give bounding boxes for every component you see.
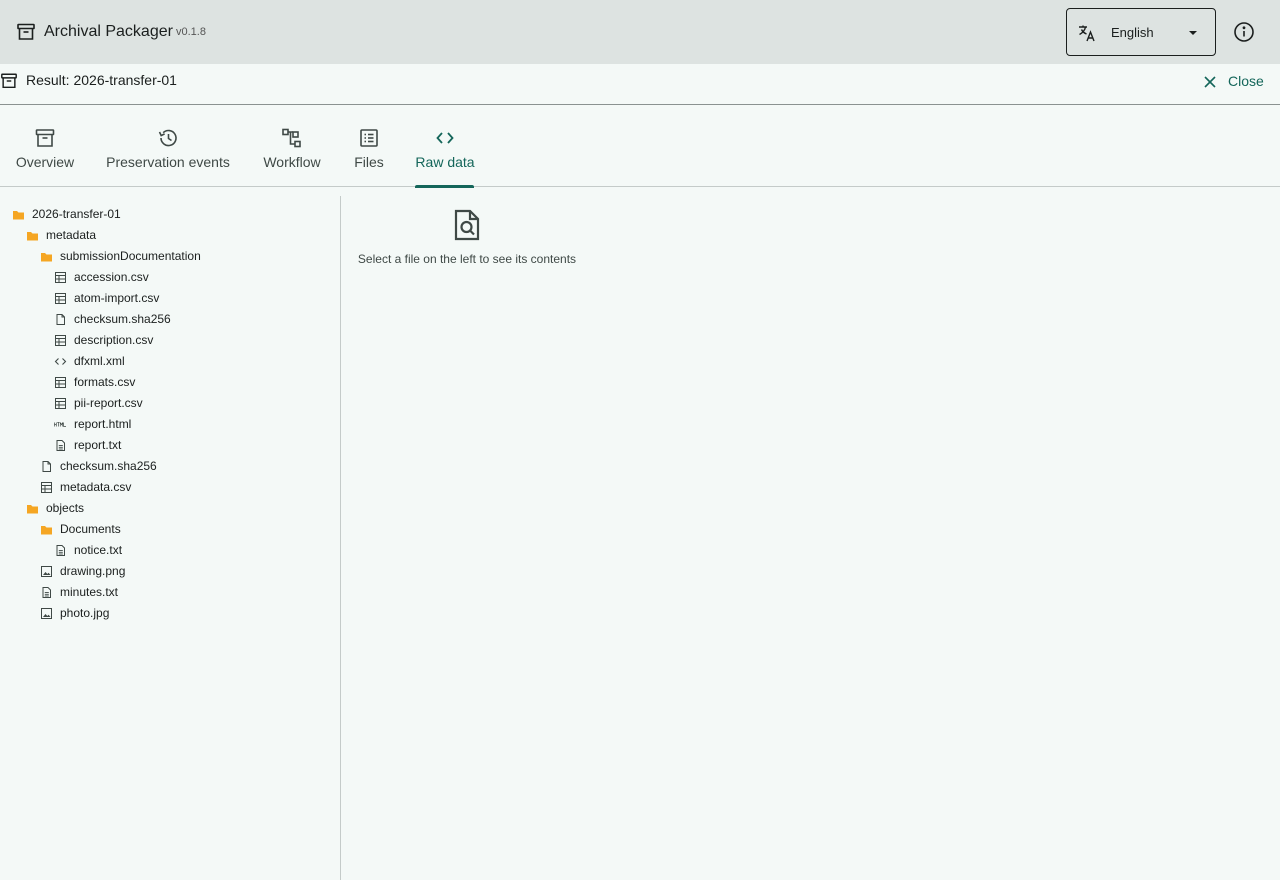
tab-label: Overview: [15, 154, 75, 170]
tree-node-label: formats.csv: [74, 375, 136, 389]
tree-node-label: notice.txt: [74, 543, 123, 557]
tree-file[interactable]: atom-import.csv: [54, 288, 332, 309]
html-icon: [54, 422, 66, 427]
tab-workflow[interactable]: Workflow: [256, 105, 328, 187]
tree-node-label: submissionDocumentation: [60, 249, 201, 263]
tree-file[interactable]: metadata.csv: [40, 477, 332, 498]
tree-node-label: checksum.sha256: [74, 312, 171, 326]
info-icon[interactable]: [1232, 20, 1256, 44]
app-title: Archival Packager: [44, 23, 173, 40]
tree-node-label: description.csv: [74, 333, 154, 347]
active-tab-indicator: [415, 185, 474, 188]
tree-node-label: checksum.sha256: [60, 459, 157, 473]
tree-file[interactable]: description.csv: [54, 330, 332, 351]
table-icon: [55, 335, 66, 346]
tree-folder[interactable]: objects: [26, 498, 332, 519]
code-icon: [54, 358, 67, 365]
file-icon: [42, 461, 51, 472]
folder-icon: [13, 211, 24, 220]
tree-node-label: pii-report.csv: [74, 396, 143, 410]
tree-node-label: report.txt: [74, 438, 122, 452]
result-title: Result: 2026-transfer-01: [26, 72, 177, 88]
tab-label: Files: [354, 154, 384, 170]
tree-folder[interactable]: Documents: [40, 519, 332, 540]
language-select-value: English: [1111, 25, 1154, 40]
image-icon: [41, 608, 52, 619]
pane-divider[interactable]: [340, 196, 341, 880]
list-icon: [360, 129, 378, 147]
close-button-label: Close: [1228, 73, 1264, 89]
tree-folder[interactable]: submissionDocumentation: [40, 246, 332, 267]
tree-file[interactable]: formats.csv: [54, 372, 332, 393]
table-icon: [41, 482, 52, 493]
archive-box-icon: [17, 23, 35, 40]
tab-overview[interactable]: Overview: [10, 105, 80, 187]
tree-node-label: 2026-transfer-01: [32, 207, 121, 221]
tree-file[interactable]: drawing.png: [40, 561, 332, 582]
table-icon: [55, 377, 66, 388]
app-version: v0.1.8: [176, 26, 206, 38]
tree-node-label: metadata.csv: [60, 480, 132, 494]
tab-label: Workflow: [263, 154, 321, 170]
folder-icon: [41, 253, 52, 262]
tree-file[interactable]: pii-report.csv: [54, 393, 332, 414]
tab-files[interactable]: Files: [348, 105, 390, 187]
history-icon: [158, 129, 177, 147]
tree-file[interactable]: dfxml.xml: [54, 351, 332, 372]
app-bar: Archival Packager v0.1.8 English: [0, 0, 1280, 64]
tree-file[interactable]: checksum.sha256: [40, 456, 332, 477]
tab-label: Preservation events: [106, 154, 230, 170]
tree-node-label: minutes.txt: [60, 585, 119, 599]
tree-node-label: dfxml.xml: [74, 354, 125, 368]
tree-node-label: atom-import.csv: [74, 291, 160, 305]
tree-file[interactable]: checksum.sha256: [54, 309, 332, 330]
caret-down-icon: [1189, 31, 1197, 35]
table-icon: [55, 293, 66, 304]
table-icon: [55, 272, 66, 283]
close-icon: [1204, 76, 1216, 88]
file-icon: [56, 314, 65, 325]
tree-file[interactable]: notice.txt: [54, 540, 332, 561]
folder-icon: [27, 232, 38, 241]
code-icon: [436, 132, 454, 144]
tab-preservation-events[interactable]: Preservation events: [100, 105, 236, 187]
tree-file[interactable]: report.txt: [54, 435, 332, 456]
translate-icon: [1079, 25, 1095, 42]
tree-node-label: Documents: [60, 522, 121, 536]
tab-label: Raw data: [415, 154, 475, 170]
archive-box-icon: [35, 129, 55, 147]
folder-icon: [27, 505, 38, 514]
file-viewer-empty-state: Select a file on the left to see its con…: [350, 208, 584, 272]
tree-file[interactable]: minutes.txt: [40, 582, 332, 603]
table-icon: [55, 398, 66, 409]
file-tree: 2026-transfer-01 metadata submissionDocume…: [0, 196, 340, 880]
text-file-icon: [42, 587, 51, 598]
folder-icon: [41, 526, 52, 535]
tab-raw-data[interactable]: Raw data: [410, 105, 480, 188]
tree-folder[interactable]: 2026-transfer-01: [12, 204, 332, 225]
text-file-icon: [56, 440, 65, 451]
workflow-icon: [282, 128, 301, 148]
image-icon: [41, 566, 52, 577]
tree-node-label: accession.csv: [74, 270, 149, 284]
tree-node-label: report.html: [74, 417, 132, 431]
language-select[interactable]: English: [1066, 8, 1216, 56]
tab-bar: Overview Preservation events Workflow Fi…: [0, 105, 1280, 188]
tree-file[interactable]: photo.jpg: [40, 603, 332, 624]
empty-state-message: Select a file on the left to see its con…: [357, 252, 577, 266]
file-search-icon: [454, 209, 480, 241]
tree-node-label: metadata: [46, 228, 97, 242]
text-file-icon: [56, 545, 65, 556]
archive-box-icon: [1, 73, 17, 89]
tree-node-label: drawing.png: [60, 564, 126, 578]
tree-node-label: objects: [46, 501, 85, 515]
result-header: Result: 2026-transfer-01 Close: [0, 64, 1280, 105]
tree-node-label: photo.jpg: [60, 606, 110, 620]
close-button[interactable]: Close: [1202, 71, 1272, 93]
tree-file[interactable]: report.html: [54, 414, 332, 435]
tree-folder[interactable]: metadata: [26, 225, 332, 246]
tree-file[interactable]: accession.csv: [54, 267, 332, 288]
